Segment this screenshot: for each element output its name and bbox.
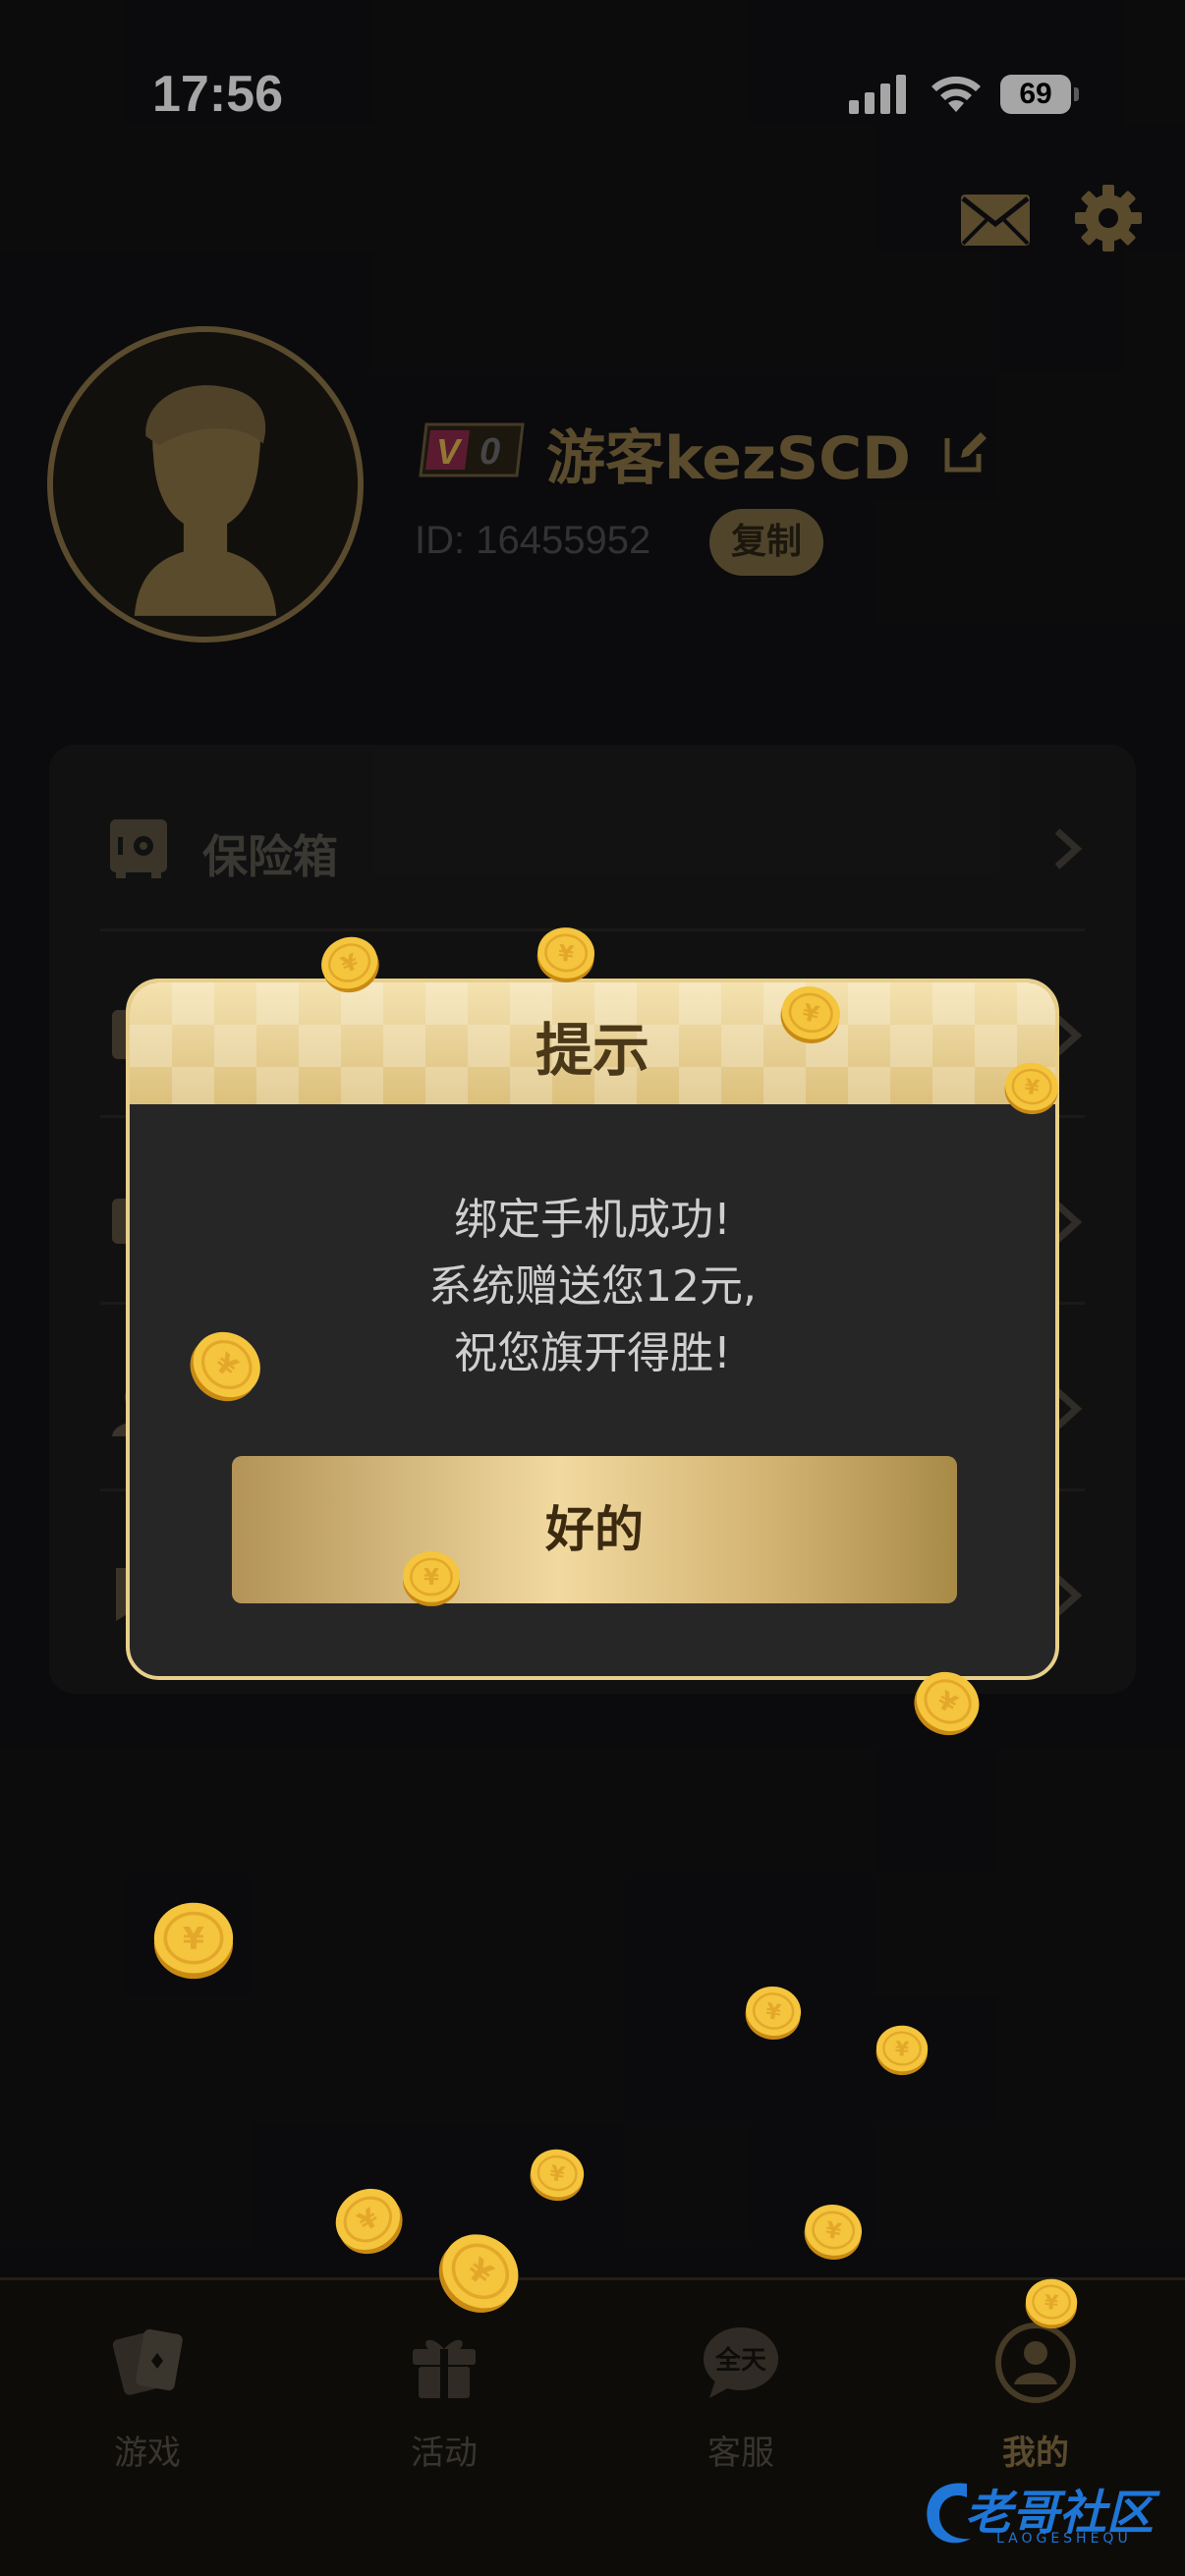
svg-text:¥: ¥ — [423, 1565, 439, 1591]
coin-icon: ¥ — [536, 927, 595, 982]
coin-icon: ¥ — [875, 2025, 929, 2076]
dialog-message-line: 绑定手机成功! — [454, 1195, 731, 1245]
dialog-message-line: 系统赠送您12元, — [428, 1261, 757, 1312]
svg-text:¥: ¥ — [183, 1922, 204, 1957]
notice-dialog: 提示 绑定手机成功! 系统赠送您12元, 祝您旗开得胜! 好的 — [126, 979, 1059, 1680]
coin-icon: ¥ — [1025, 2278, 1078, 2329]
watermark-logo: 老哥社区 LAOGESHEQU — [918, 2466, 1175, 2564]
watermark-subtext: LAOGESHEQU — [996, 2531, 1132, 2547]
svg-text:¥: ¥ — [894, 2037, 911, 2061]
profile-page: 17:56 69 V 0 游客kezSCD ID: 16455952 复制 保险… — [0, 0, 1185, 2576]
coin-icon: ¥ — [403, 1551, 460, 1606]
ok-button[interactable]: 好的 — [232, 1456, 957, 1603]
dialog-title: 提示 — [535, 1017, 649, 1084]
dialog-header: 提示 — [130, 982, 1055, 1104]
coin-icon: ¥ — [153, 1902, 234, 1980]
svg-text:¥: ¥ — [1044, 2290, 1060, 2315]
svg-text:¥: ¥ — [557, 940, 576, 968]
